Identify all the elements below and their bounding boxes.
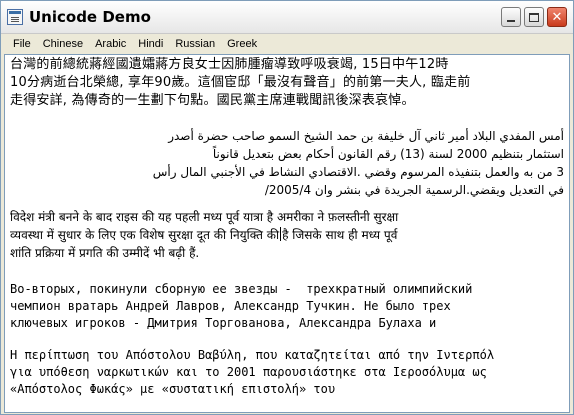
menu-russian[interactable]: Russian	[169, 38, 221, 50]
menu-bar: File Chinese Arabic Hindi Russian Greek	[1, 35, 573, 53]
text-line: विदेश मंत्री बनने के बाद राइस की यह पहली…	[10, 210, 399, 224]
text-line: Η περίπτωση του Απόστολου Βαβύλη, που κα…	[10, 348, 495, 362]
text-line: για υπόθεση ναρκωτικών και το 2001 παρου…	[10, 365, 487, 379]
chinese-paragraph: 台灣的前總統蔣經國遺孀蔣方良女士因肺腫瘤導致呼吸衰竭, 15日中午12時 10分病…	[10, 56, 564, 110]
maximize-button[interactable]	[524, 7, 544, 27]
text-line: في التعديل ويقضي.الرسمية الجريدة في بنشر…	[264, 183, 564, 197]
menu-chinese[interactable]: Chinese	[37, 38, 89, 50]
text-line: 10分病逝台北榮總, 享年90歲。這個宦邸「最沒有聲音」的前第一夫人, 臨走前	[10, 75, 471, 90]
text-line: 走得安詳, 為傳奇的一生劃下句點。國民黨主席連戰聞訊後深表哀悼。	[10, 93, 415, 108]
text-line: व्यवस्था में सुधार के लिए एक विशेष सुरक्…	[10, 226, 564, 244]
text-segment: व्यवस्था में सुधार के लिए एक विशेष सुरक्…	[10, 228, 280, 242]
minimize-button[interactable]	[501, 7, 521, 27]
text-line: «Απόστολος Φωκάς» με «συστατική επιστολή…	[10, 382, 336, 396]
menu-file[interactable]: File	[7, 38, 37, 50]
app-window: Unicode Demo ✕ File Chinese Arabic Hindi…	[0, 0, 574, 415]
minimize-icon	[507, 19, 515, 22]
text-line: 3 من به والعمل بتنفيذه المرسوم وقضي .الا…	[152, 165, 564, 179]
russian-paragraph: Во-вторых, покинули сборную ее звезды - …	[10, 281, 564, 332]
text-line: Во-вторых, покинули сборную ее звезды - …	[10, 282, 473, 296]
menu-greek[interactable]: Greek	[221, 38, 263, 50]
arabic-paragraph: أمس المفدي البلاد أمير ثاني آل خليفة بن …	[10, 127, 564, 199]
text-line: استثمار بتنظيم 2000 لسنة (13) رقم القانو…	[212, 147, 564, 161]
document-icon	[7, 9, 23, 25]
title-bar[interactable]: Unicode Demo ✕	[1, 1, 573, 34]
text-line: शांति प्रक्रिया में प्रगति की उम्मीदें भ…	[10, 246, 200, 260]
text-line: ключевых игроков - Дмитрия Торгованова, …	[10, 316, 437, 330]
text-cursor	[280, 227, 282, 241]
close-button[interactable]: ✕	[547, 7, 567, 27]
text-editor[interactable]: 台灣的前總統蔣經國遺孀蔣方良女士因肺腫瘤導致呼吸衰竭, 15日中午12時 10分病…	[4, 54, 570, 413]
menu-hindi[interactable]: Hindi	[132, 38, 169, 50]
menu-arabic[interactable]: Arabic	[89, 38, 132, 50]
window-title: Unicode Demo	[29, 8, 151, 26]
text-segment: है जिसके साथ ही मध्य पूर्व	[282, 228, 398, 242]
greek-paragraph: Η περίπτωση του Απόστολου Βαβύλη, που κα…	[10, 347, 564, 398]
close-icon: ✕	[551, 9, 563, 25]
text-line: 台灣的前總統蔣經國遺孀蔣方良女士因肺腫瘤導致呼吸衰竭, 15日中午12時	[10, 57, 449, 72]
hindi-paragraph: विदेश मंत्री बनने के बाद राइस की यह पहली…	[10, 208, 564, 262]
maximize-icon	[529, 12, 539, 22]
text-line: чемпион вратарь Андрей Лавров, Александр…	[10, 299, 451, 313]
text-line: أمس المفدي البلاد أمير ثاني آل خليفة بن …	[168, 129, 564, 143]
